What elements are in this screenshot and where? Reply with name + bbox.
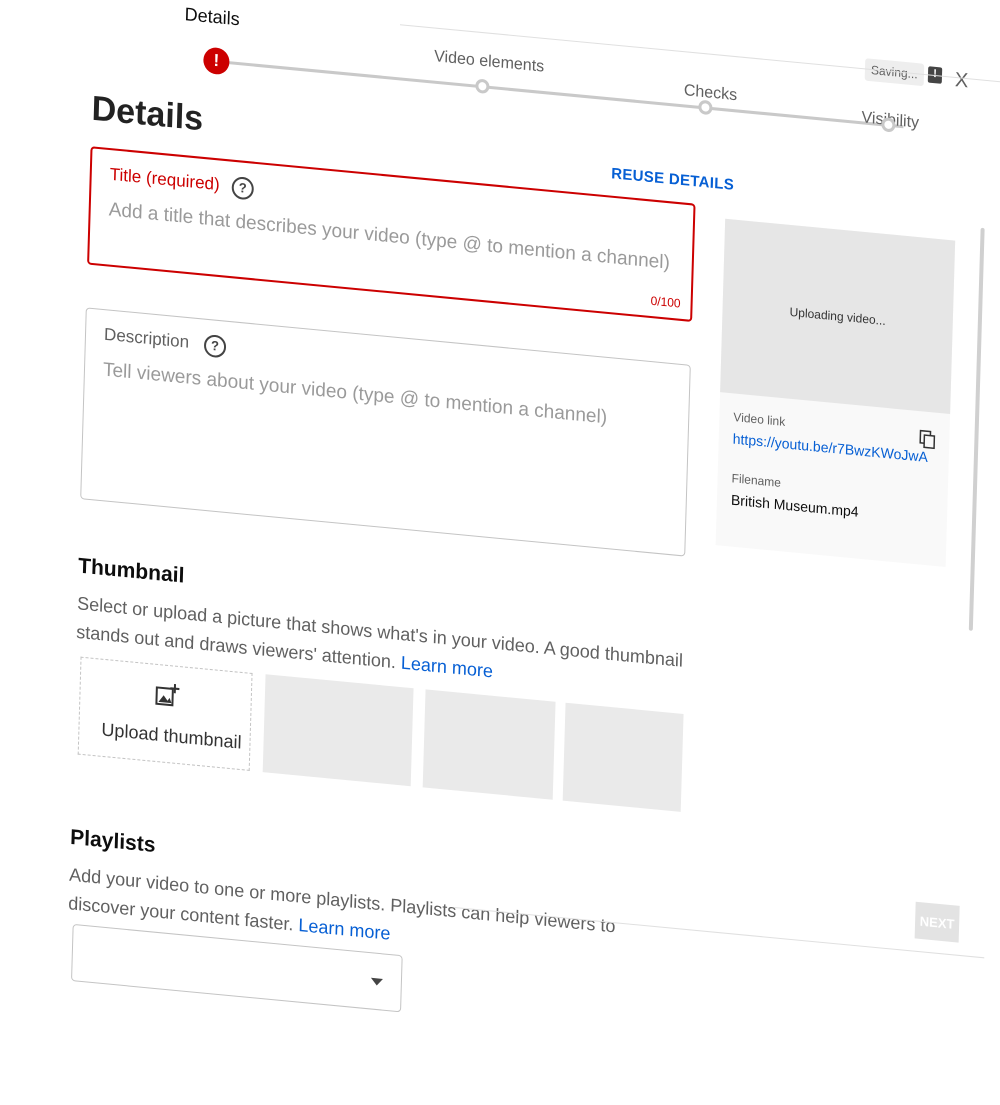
scrollbar[interactable] [969, 228, 985, 631]
auto-thumbnail-3[interactable] [563, 703, 684, 812]
title-input[interactable]: Add a title that describes your video (t… [108, 199, 670, 275]
description-help-icon[interactable]: ? [204, 334, 227, 359]
upload-dialog: Details ! Video elements Checks Visibili… [10, 0, 1000, 1105]
description-field-label: Description [104, 324, 190, 352]
stepper-track [203, 59, 903, 129]
auto-thumbnail-1[interactable] [263, 674, 414, 786]
video-link-label: Video link [733, 410, 785, 429]
title-field[interactable]: Title (required) ? Add a title that desc… [87, 146, 695, 322]
thumbnail-title: Thumbnail [78, 554, 185, 589]
step-video-elements-circle[interactable] [475, 78, 489, 94]
description-field[interactable]: Description ? Tell viewers about your vi… [80, 307, 691, 556]
next-button[interactable]: NEXT [915, 902, 960, 943]
playlists-learn-more-link[interactable]: Learn more [298, 915, 391, 944]
video-info-panel: Uploading video... Video link https://yo… [716, 219, 956, 567]
thumbnail-text: Select or upload a picture that shows wh… [76, 593, 683, 672]
copy-icon[interactable] [919, 430, 936, 450]
filename-value: British Museum.mp4 [731, 491, 859, 519]
reuse-details-button[interactable]: REUSE DETAILS [611, 165, 734, 194]
upload-thumbnail-label: Upload thumbnail [101, 719, 242, 754]
title-help-icon[interactable]: ? [231, 176, 254, 201]
chevron-down-icon [371, 978, 383, 986]
video-link[interactable]: https://youtu.be/r7BwzKWoJwA [733, 430, 929, 465]
add-photo-icon [154, 681, 181, 710]
upload-thumbnail-button[interactable]: Upload thumbnail [78, 657, 253, 771]
thumbnail-learn-more-link[interactable]: Learn more [401, 652, 494, 681]
description-input[interactable]: Tell viewers about your video (type @ to… [103, 359, 608, 429]
upload-status: Uploading video... [789, 305, 885, 328]
playlists-title: Playlists [70, 826, 156, 859]
filename-label: Filename [731, 471, 781, 490]
step-checks-circle[interactable] [698, 100, 712, 116]
step-checks-label[interactable]: Checks [684, 82, 738, 105]
auto-thumbnail-2[interactable] [423, 689, 556, 799]
title-field-label: Title (required) [109, 164, 220, 195]
error-icon[interactable]: ! [203, 46, 230, 75]
video-preview: Uploading video... [720, 219, 955, 414]
page-title: Details [91, 89, 204, 139]
stepper: Details ! Video elements Checks Visibili… [40, 0, 1000, 85]
step-video-elements-label[interactable]: Video elements [434, 48, 545, 77]
close-icon[interactable]: X [955, 69, 969, 94]
step-details-label[interactable]: Details [184, 4, 240, 31]
title-counter: 0/100 [650, 294, 680, 311]
